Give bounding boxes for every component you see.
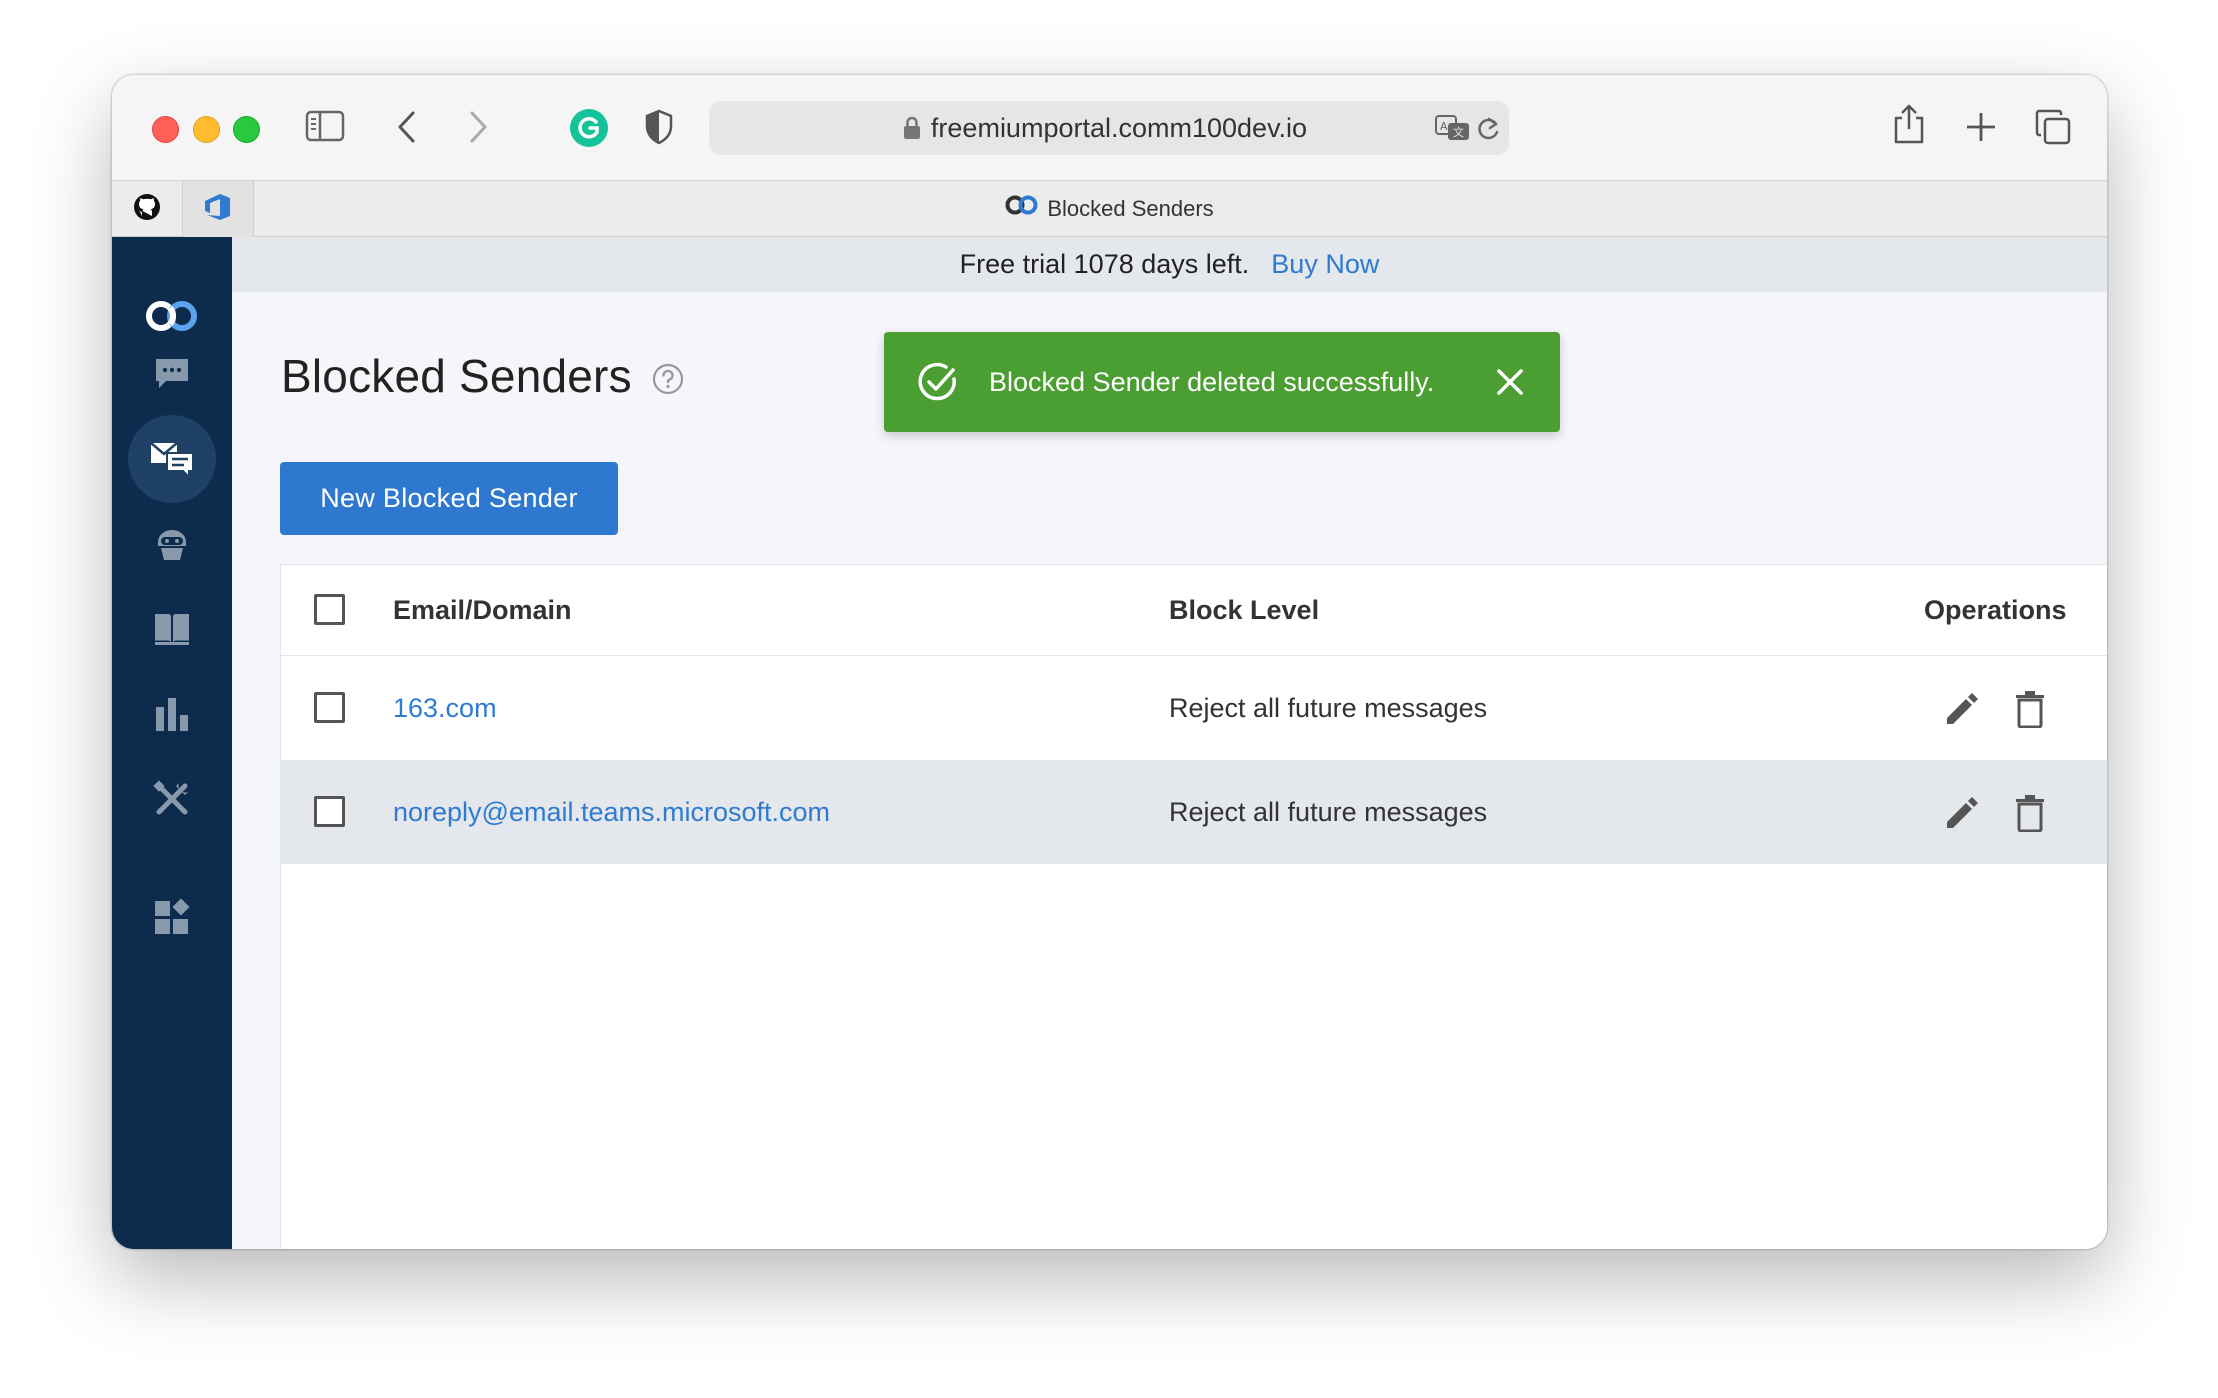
column-header-operations: Operations bbox=[1924, 595, 2067, 625]
trial-text: Free trial 1078 days left. bbox=[959, 249, 1250, 279]
reload-icon[interactable] bbox=[1475, 115, 1501, 143]
grammarly-extension-icon[interactable] bbox=[569, 108, 609, 148]
minimize-window-button[interactable] bbox=[193, 116, 220, 143]
email-ticket-icon[interactable] bbox=[128, 415, 216, 503]
forward-icon[interactable] bbox=[466, 110, 490, 144]
close-icon[interactable] bbox=[1494, 366, 1526, 403]
app-sidebar bbox=[112, 237, 232, 1249]
zoom-window-button[interactable] bbox=[233, 116, 260, 143]
translate-icon[interactable]: A文 bbox=[1434, 114, 1472, 142]
check-circle-icon bbox=[916, 360, 960, 409]
blocked-senders-table: Email/Domain Block Level Operations 163.… bbox=[280, 564, 2107, 1249]
tab-title-text: Blocked Senders bbox=[1047, 196, 1214, 221]
sidebar-toggle-icon[interactable] bbox=[305, 110, 345, 142]
tab-bar: Blocked Senders bbox=[112, 180, 2107, 237]
select-all-checkbox[interactable] bbox=[314, 594, 345, 625]
email-domain-link[interactable]: 163.com bbox=[393, 656, 497, 760]
tab-overview-icon[interactable] bbox=[2034, 108, 2072, 146]
delete-icon[interactable] bbox=[2013, 690, 2047, 733]
apps-icon[interactable] bbox=[128, 872, 216, 960]
new-tab-icon[interactable] bbox=[1965, 111, 1997, 143]
browser-toolbar: freemiumportal.comm100dev.io A文 bbox=[112, 75, 2107, 180]
browser-window: freemiumportal.comm100dev.io A文 Blocked … bbox=[112, 75, 2107, 1249]
main-content: Free trial 1078 days left. Buy Now Blocke… bbox=[232, 237, 2107, 1249]
block-level-text: Reject all future messages bbox=[1169, 693, 1488, 723]
new-blocked-sender-button[interactable]: New Blocked Sender bbox=[280, 462, 618, 535]
column-header-email[interactable]: Email/Domain bbox=[393, 565, 572, 655]
url-text: freemiumportal.comm100dev.io bbox=[930, 113, 1308, 143]
active-tab[interactable]: Blocked Senders bbox=[112, 181, 2107, 237]
email-domain-link[interactable]: noreply@email.teams.microsoft.com bbox=[393, 760, 830, 864]
table-row: 163.com Reject all future messages bbox=[281, 656, 2107, 760]
svg-text:A: A bbox=[1440, 120, 1448, 133]
page-title: Blocked Senders bbox=[281, 350, 632, 402]
toast-message: Blocked Sender deleted successfully. bbox=[989, 367, 1435, 397]
privacy-shield-icon[interactable] bbox=[644, 109, 674, 145]
site-favicon-icon bbox=[1005, 180, 1039, 236]
back-icon[interactable] bbox=[395, 110, 419, 144]
chat-icon[interactable] bbox=[128, 330, 216, 418]
trial-banner: Free trial 1078 days left. Buy Now bbox=[232, 237, 2107, 292]
row-checkbox[interactable] bbox=[314, 796, 345, 827]
buy-now-link[interactable]: Buy Now bbox=[1271, 249, 1379, 279]
reports-icon[interactable] bbox=[128, 670, 216, 758]
row-checkbox[interactable] bbox=[314, 692, 345, 723]
success-toast: Blocked Sender deleted successfully. bbox=[884, 332, 1560, 432]
edit-icon[interactable] bbox=[1943, 690, 1981, 733]
bot-icon[interactable] bbox=[128, 500, 216, 588]
column-header-block-level[interactable]: Block Level bbox=[1169, 565, 1319, 655]
delete-icon[interactable] bbox=[2013, 794, 2047, 837]
address-bar[interactable]: freemiumportal.comm100dev.io A文 bbox=[709, 101, 1509, 155]
table-header: Email/Domain Block Level Operations bbox=[281, 565, 2107, 656]
help-icon[interactable] bbox=[652, 363, 684, 400]
edit-icon[interactable] bbox=[1943, 794, 1981, 837]
settings-tools-icon[interactable] bbox=[128, 755, 216, 843]
table-row: noreply@email.teams.microsoft.com Reject… bbox=[281, 760, 2107, 864]
share-icon[interactable] bbox=[1892, 103, 1926, 145]
knowledge-base-icon[interactable] bbox=[128, 585, 216, 673]
block-level-text: Reject all future messages bbox=[1169, 797, 1488, 827]
svg-text:文: 文 bbox=[1453, 125, 1464, 139]
close-window-button[interactable] bbox=[152, 116, 179, 143]
